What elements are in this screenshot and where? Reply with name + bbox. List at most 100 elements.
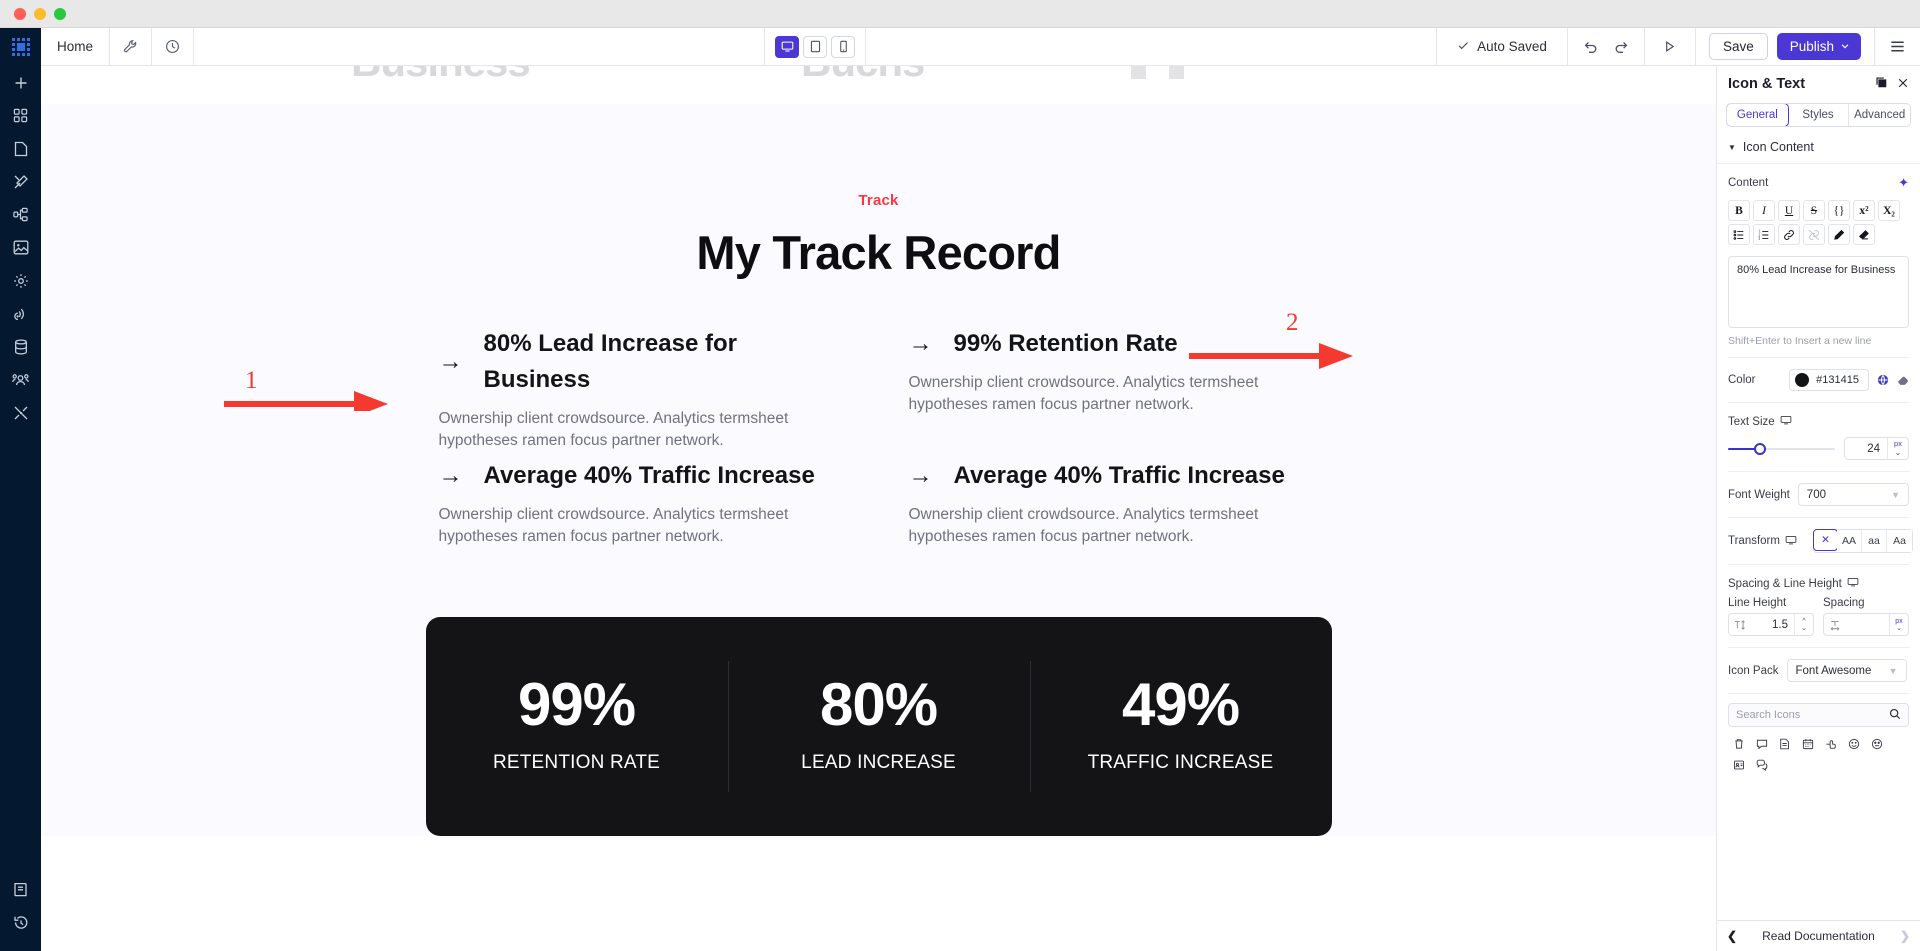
duplicate-icon[interactable] (1875, 76, 1888, 92)
chevron-right-icon[interactable]: ❯ (1900, 929, 1910, 943)
text-size-value[interactable]: 24 (1845, 443, 1887, 455)
comments-icon[interactable] (1751, 755, 1772, 774)
stats-banner[interactable]: 99% RETENTION RATE 80% LEAD INCREASE 49%… (425, 617, 1332, 836)
line-height-value[interactable]: 1.5 (1751, 619, 1794, 631)
sidebar-item-integrations[interactable] (0, 297, 41, 330)
content-textarea[interactable]: 80% Lead Increase for Business (1728, 256, 1909, 328)
feature-heading[interactable]: → 99% Retention Rate (909, 326, 1319, 362)
sidebar-item-design[interactable] (0, 165, 41, 198)
smile-icon[interactable] (1843, 734, 1864, 753)
read-documentation-link[interactable]: Read Documentation (1737, 929, 1900, 943)
tablet-icon[interactable] (803, 35, 828, 58)
feature-title[interactable]: 80% Lead Increase for Business (484, 326, 849, 398)
chevron-left-icon[interactable]: ❮ (1727, 929, 1737, 943)
transform-capitalize[interactable]: Aa (1886, 530, 1912, 552)
transform-none[interactable]: ✕ (1812, 529, 1838, 551)
text-size-slider[interactable] (1728, 441, 1835, 457)
window-close-button[interactable] (14, 7, 26, 20)
sidebar-item-database[interactable] (0, 330, 41, 363)
unlink-button[interactable] (1803, 224, 1825, 245)
feature-title[interactable]: Average 40% Traffic Increase (484, 458, 815, 494)
meh-icon[interactable] (1866, 734, 1887, 753)
font-weight-select[interactable]: 700 ▼ (1797, 483, 1909, 506)
hand-pointer-icon[interactable] (1820, 734, 1841, 753)
eraser-icon[interactable] (1897, 374, 1909, 386)
undo-icon[interactable] (1578, 34, 1604, 60)
line-height-input[interactable]: 1.5 ^ ⌄ (1728, 613, 1814, 636)
trash-icon[interactable] (1728, 734, 1749, 753)
accordion-icon-content[interactable]: ▼ Icon Content (1717, 140, 1920, 164)
text-size-input[interactable]: 24 px ⌄ (1844, 437, 1909, 460)
feature-item[interactable]: → Average 40% Traffic Increase Ownership… (439, 458, 849, 554)
comment-icon[interactable] (1751, 734, 1772, 753)
window-minimize-button[interactable] (34, 7, 46, 20)
feature-item[interactable]: → 99% Retention Rate Ownership client cr… (909, 326, 1319, 458)
sidebar-item-tools[interactable] (0, 396, 41, 429)
tab-styles[interactable]: Styles (1788, 104, 1850, 126)
slider-knob[interactable] (1753, 442, 1766, 455)
home-button[interactable]: Home (41, 28, 111, 65)
letter-spacing-unit[interactable]: px ⌄ (1889, 614, 1908, 635)
text-size-unit[interactable]: px ⌄ (1887, 438, 1908, 459)
clock-icon[interactable] (152, 28, 195, 65)
mobile-icon[interactable] (831, 35, 856, 58)
ai-sparkle-icon[interactable]: ✦ (1898, 175, 1909, 191)
window-maximize-button[interactable] (54, 7, 66, 20)
play-icon[interactable] (1657, 34, 1683, 60)
desktop-icon[interactable] (775, 35, 800, 58)
page-canvas[interactable]: Business Bucns Track My Track Record → (41, 66, 1716, 951)
numbered-list-button[interactable]: 1 2 3 (1753, 224, 1775, 245)
sidebar-item-history[interactable] (0, 906, 41, 939)
sidebar-item-media[interactable] (0, 231, 41, 264)
subscript-button[interactable]: X₂ (1878, 200, 1900, 221)
highlight-button[interactable] (1828, 224, 1850, 245)
save-button[interactable]: Save (1708, 33, 1768, 60)
close-icon[interactable] (1897, 77, 1909, 92)
color-picker[interactable]: #131415 (1789, 369, 1869, 391)
sidebar-item-users[interactable] (0, 363, 41, 396)
transform-lowercase[interactable]: aa (1861, 530, 1887, 552)
feature-heading[interactable]: → 80% Lead Increase for Business (439, 326, 849, 398)
track-record-section[interactable]: Track My Track Record → 80% Lead Increas… (41, 104, 1716, 836)
desktop-icon[interactable] (1780, 414, 1792, 429)
tab-advanced[interactable]: Advanced (1849, 104, 1910, 126)
clear-format-button[interactable] (1853, 224, 1875, 245)
underline-button[interactable]: U (1778, 200, 1800, 221)
link-button[interactable] (1778, 224, 1800, 245)
tab-general[interactable]: General (1727, 104, 1789, 126)
wrench-icon[interactable] (110, 28, 153, 65)
italic-button[interactable]: I (1753, 200, 1775, 221)
feature-title[interactable]: Average 40% Traffic Increase (954, 458, 1285, 494)
file-icon[interactable] (1774, 734, 1795, 753)
sidebar-item-settings[interactable] (0, 264, 41, 297)
sidebar-item-docs[interactable] (0, 873, 41, 906)
hamburger-icon[interactable] (1874, 28, 1920, 65)
calendar-icon[interactable] (1797, 734, 1818, 753)
search-icon[interactable] (1889, 708, 1901, 723)
desktop-icon[interactable] (1785, 534, 1797, 549)
feature-title[interactable]: 99% Retention Rate (954, 326, 1178, 362)
sidebar-item-add[interactable] (0, 66, 41, 99)
redo-icon[interactable] (1608, 34, 1634, 60)
transform-uppercase[interactable]: AA (1836, 530, 1862, 552)
globe-icon[interactable] (1877, 374, 1889, 386)
desktop-icon[interactable] (1847, 576, 1859, 591)
line-height-stepper[interactable]: ^ ⌄ (1794, 614, 1813, 635)
app-grid-logo[interactable] (0, 28, 41, 66)
sidebar-item-structure[interactable] (0, 198, 41, 231)
feature-heading[interactable]: → Average 40% Traffic Increase (439, 458, 849, 494)
search-box[interactable] (1728, 703, 1909, 727)
superscript-button[interactable]: x² (1853, 200, 1875, 221)
feature-item[interactable]: → 80% Lead Increase for Business Ownersh… (439, 326, 849, 458)
icon-pack-select[interactable]: Font Awesome ▼ (1786, 659, 1907, 682)
sidebar-item-pages[interactable] (0, 132, 41, 165)
sidebar-item-templates[interactable] (0, 99, 41, 132)
publish-button[interactable]: Publish (1776, 33, 1862, 60)
letter-spacing-input[interactable]: px ⌄ (1823, 613, 1909, 636)
strikethrough-button[interactable]: S (1803, 200, 1825, 221)
bold-button[interactable]: B (1728, 200, 1750, 221)
address-card-icon[interactable] (1728, 755, 1749, 774)
bullet-list-button[interactable] (1728, 224, 1750, 245)
feature-heading[interactable]: → Average 40% Traffic Increase (909, 458, 1319, 494)
code-button[interactable]: {} (1828, 200, 1850, 221)
